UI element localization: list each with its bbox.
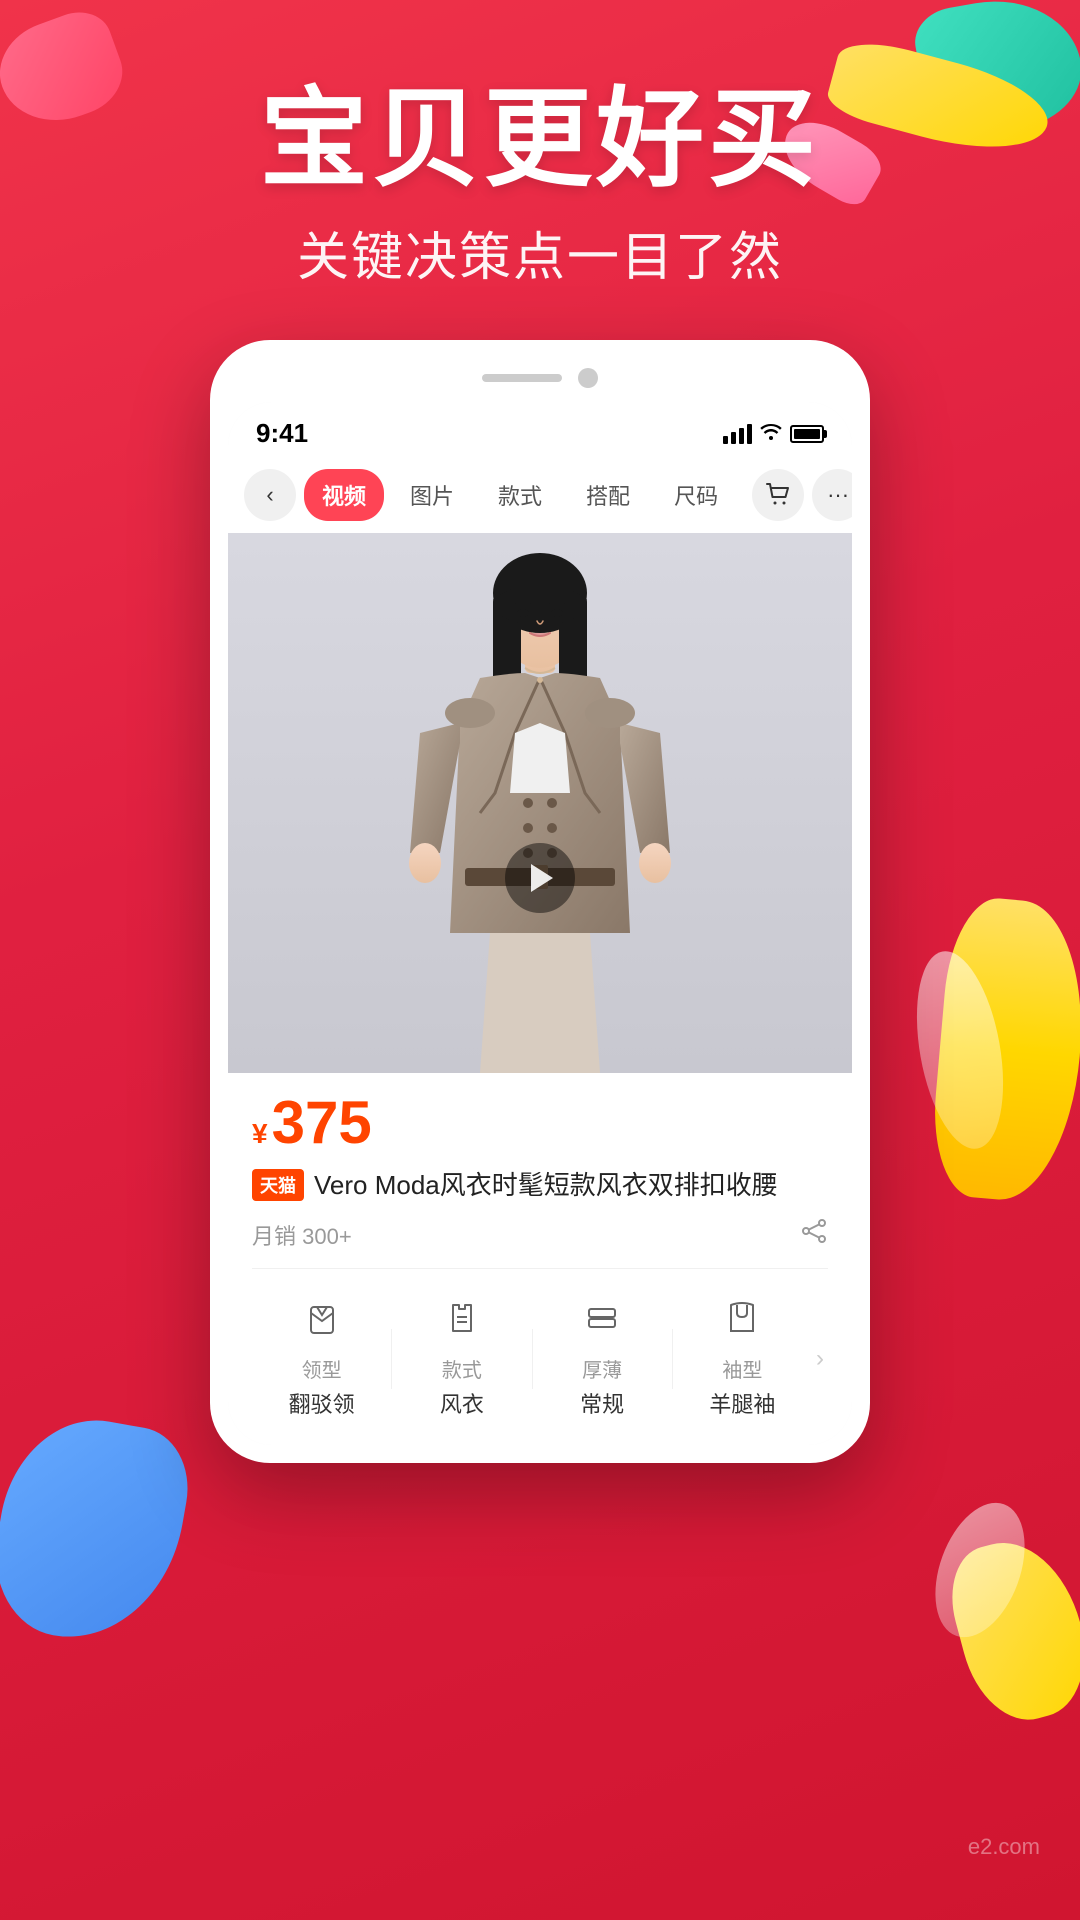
product-info: ¥ 375 天猫 Vero Moda风衣时髦短款风衣双排扣收腰 月销 300+ bbox=[228, 1073, 852, 1445]
attr-collar[interactable]: 领型 翻驳领 bbox=[252, 1289, 391, 1429]
product-title: Vero Moda风衣时髦短款风衣双排扣收腰 bbox=[314, 1167, 778, 1203]
collar-icon bbox=[303, 1299, 341, 1346]
cart-button[interactable] bbox=[752, 469, 804, 521]
thickness-icon bbox=[583, 1299, 621, 1346]
status-bar: 9:41 bbox=[228, 402, 852, 457]
main-title: 宝贝更好买 bbox=[0, 80, 1080, 199]
collar-label: 领型 bbox=[302, 1354, 342, 1383]
tab-style[interactable]: 款式 bbox=[480, 469, 560, 521]
watermark: e2.com bbox=[968, 1834, 1040, 1860]
attributes-row: 领型 翻驳领 款式 风衣 bbox=[252, 1289, 828, 1429]
sleeve-value: 羊腿袖 bbox=[709, 1387, 775, 1419]
phone-outer-shell: 9:41 bbox=[210, 340, 870, 1463]
status-icons bbox=[723, 422, 824, 446]
attr-thickness[interactable]: 厚薄 常规 bbox=[533, 1289, 672, 1429]
collar-value: 翻驳领 bbox=[289, 1387, 355, 1419]
sub-title: 关键决策点一目了然 bbox=[0, 215, 1080, 290]
battery-icon bbox=[790, 425, 824, 443]
thickness-value: 常规 bbox=[580, 1387, 624, 1419]
header-section: 宝贝更好买 关键决策点一目了然 bbox=[0, 80, 1080, 290]
wifi-icon bbox=[760, 422, 782, 446]
phone-screen: 9:41 bbox=[228, 402, 852, 1445]
signal-bar-3 bbox=[739, 428, 744, 444]
tmall-badge: 天猫 bbox=[252, 1169, 304, 1201]
play-icon bbox=[531, 864, 553, 892]
attr-style[interactable]: 款式 风衣 bbox=[392, 1289, 531, 1429]
attr-sleeve[interactable]: 袖型 羊腿袖 bbox=[673, 1289, 812, 1429]
notch-bar bbox=[482, 374, 562, 382]
battery-fill bbox=[794, 429, 820, 439]
price-value: 375 bbox=[272, 1093, 372, 1153]
price-symbol: ¥ bbox=[252, 1118, 268, 1150]
tab-size[interactable]: 尺码 bbox=[656, 469, 736, 521]
sales-row: 月销 300+ bbox=[252, 1217, 828, 1269]
model-figure bbox=[228, 533, 852, 1073]
thickness-label: 厚薄 bbox=[582, 1354, 622, 1383]
tab-image[interactable]: 图片 bbox=[392, 469, 472, 521]
share-icon[interactable] bbox=[800, 1217, 828, 1252]
back-button[interactable]: ‹ bbox=[244, 469, 296, 521]
sleeve-icon bbox=[723, 1299, 761, 1346]
style-label: 款式 bbox=[442, 1354, 482, 1383]
nav-tabs: ‹ 视频 图片 款式 搭配 尺码 ··· bbox=[228, 457, 852, 533]
signal-icon bbox=[723, 424, 752, 444]
signal-bar-4 bbox=[747, 424, 752, 444]
more-button[interactable]: ··· bbox=[812, 469, 852, 521]
signal-bar-1 bbox=[723, 436, 728, 444]
notch-camera bbox=[578, 368, 598, 388]
style-value: 风衣 bbox=[440, 1387, 484, 1419]
tab-video[interactable]: 视频 bbox=[304, 469, 384, 521]
phone-notch bbox=[228, 358, 852, 402]
play-button[interactable] bbox=[505, 843, 575, 913]
sales-text: 月销 300+ bbox=[252, 1219, 352, 1251]
status-time: 9:41 bbox=[256, 418, 308, 449]
tab-match[interactable]: 搭配 bbox=[568, 469, 648, 521]
price-row: ¥ 375 bbox=[252, 1093, 828, 1153]
product-image bbox=[228, 533, 852, 1073]
phone-mockup: 9:41 bbox=[210, 340, 870, 1463]
attrs-arrow[interactable]: › bbox=[812, 1345, 828, 1373]
product-title-row: 天猫 Vero Moda风衣时髦短款风衣双排扣收腰 bbox=[252, 1167, 828, 1203]
sleeve-label: 袖型 bbox=[722, 1354, 762, 1383]
style-icon bbox=[443, 1299, 481, 1346]
signal-bar-2 bbox=[731, 432, 736, 444]
